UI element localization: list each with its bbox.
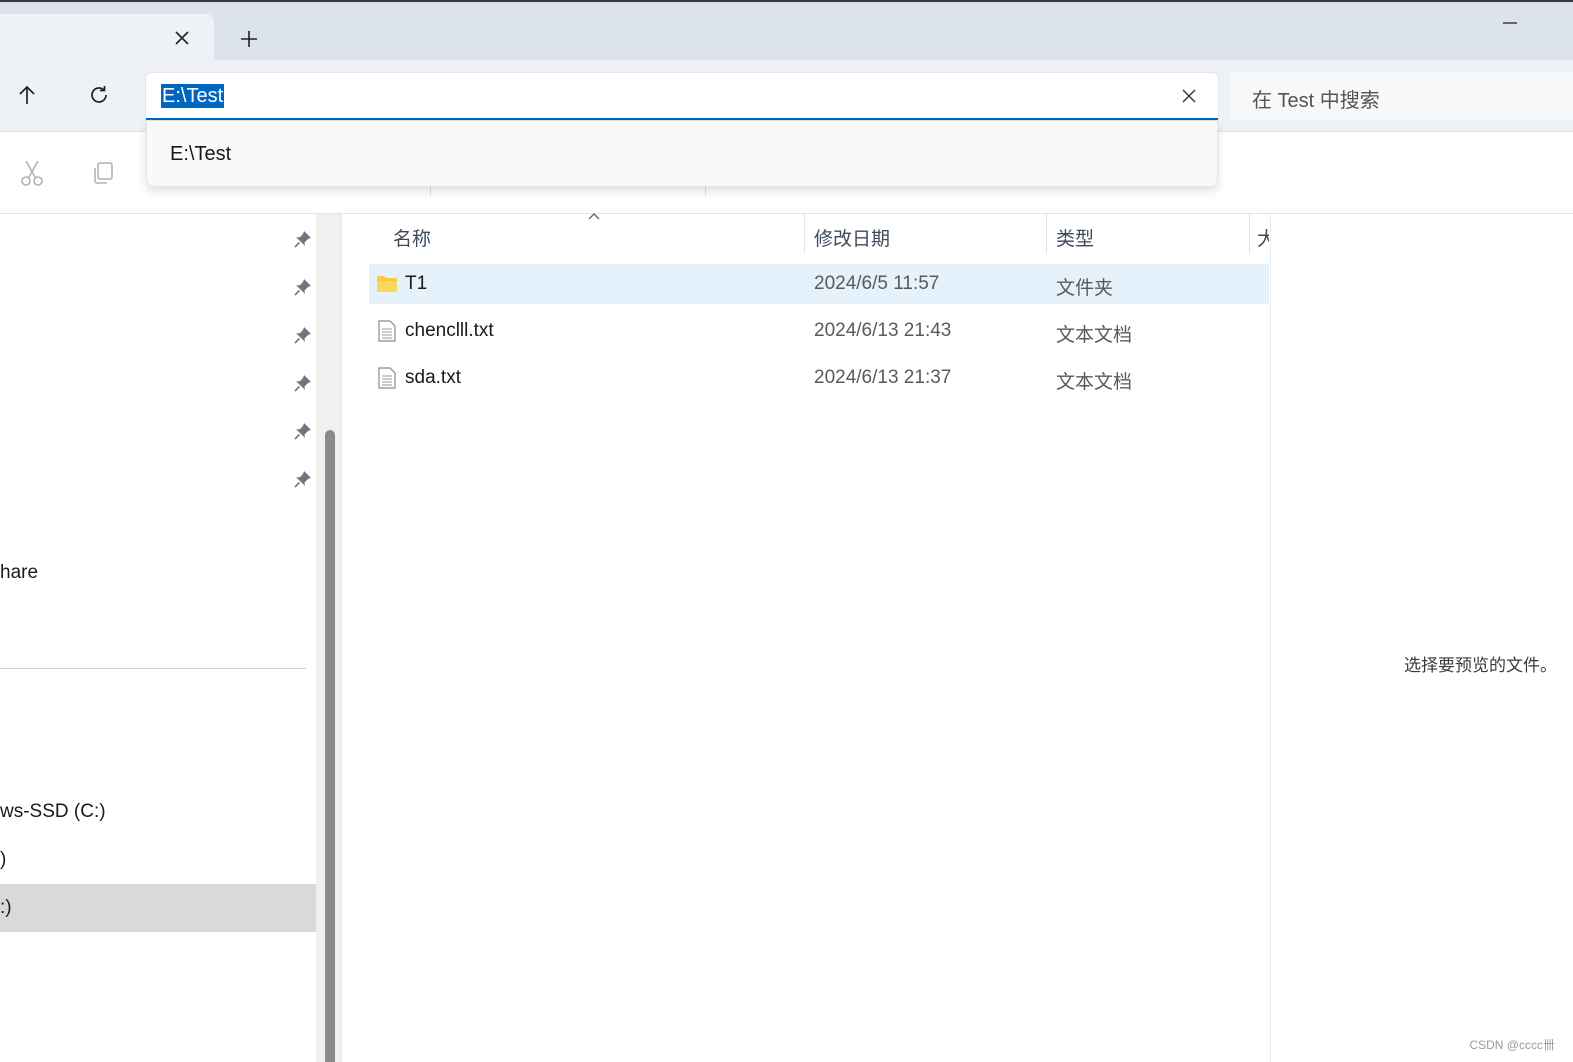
address-bar[interactable]: E:\Test (146, 73, 1218, 120)
plus-icon (241, 31, 257, 47)
search-box[interactable]: 在 Test 中搜索 (1230, 72, 1573, 120)
column-header-date[interactable]: 修改日期 (814, 224, 890, 251)
sidebar-item-drive-c[interactable]: ws-SSD (C:) (0, 801, 106, 823)
column-header-size[interactable]: 大 (1257, 224, 1269, 251)
sort-ascending-icon (588, 213, 600, 220)
pin-icon (292, 228, 314, 250)
pin-icon (292, 420, 314, 442)
file-name: sda.txt (405, 367, 461, 388)
pin-icon (292, 324, 314, 346)
file-type: 文本文档 (1056, 325, 1133, 346)
column-header-type[interactable]: 类型 (1056, 224, 1094, 251)
arrow-up-icon (19, 85, 35, 104)
cut-button[interactable] (17, 158, 47, 188)
refresh-icon (91, 86, 107, 103)
column-divider[interactable] (804, 214, 805, 254)
scissors-icon (21, 160, 43, 186)
pin-icon (292, 276, 314, 298)
copy-button[interactable] (88, 158, 118, 188)
watermark: CSDN @cccc卌 (1469, 1038, 1555, 1052)
copy-icon (94, 162, 113, 184)
column-divider[interactable] (1249, 214, 1250, 254)
sidebar-item-drive[interactable]: ) (0, 849, 6, 871)
active-tab[interactable] (0, 14, 214, 62)
address-path[interactable]: E:\Test (161, 84, 225, 108)
folder-icon (376, 272, 398, 296)
navigation-pane: hare ws-SSD (C:) ) :) (0, 214, 316, 1062)
minimize-button[interactable] (1497, 10, 1523, 36)
file-name: T1 (405, 273, 428, 294)
file-date: 2024/6/5 11:57 (814, 273, 940, 294)
file-date: 2024/6/13 21:37 (814, 367, 952, 388)
close-icon (1182, 89, 1196, 103)
pin-icon (292, 372, 314, 394)
address-suggestion-item[interactable]: E:\Test (170, 143, 231, 166)
file-row[interactable]: chenclll.txt 2024/6/13 21:43 文本文档 (369, 311, 1269, 351)
sidebar-item-drive-e: :) (0, 897, 12, 918)
close-icon (175, 31, 189, 45)
clear-address-button[interactable] (1176, 83, 1202, 109)
minimize-icon (1503, 22, 1517, 24)
sidebar-scrollbar-thumb[interactable] (325, 430, 335, 1062)
sidebar-item-selected[interactable]: :) (0, 884, 316, 932)
file-type: 文件夹 (1056, 278, 1114, 299)
column-divider[interactable] (1046, 214, 1047, 254)
search-placeholder: 在 Test 中搜索 (1252, 90, 1380, 112)
column-header-name[interactable]: 名称 (393, 224, 431, 251)
file-date: 2024/6/13 21:43 (814, 320, 952, 341)
pin-icon (292, 468, 314, 490)
up-button[interactable] (10, 78, 44, 112)
file-row[interactable]: T1 2024/6/5 11:57 文件夹 (369, 264, 1269, 304)
file-name: chenclll.txt (405, 320, 494, 341)
address-suggestions-dropdown: E:\Test (146, 121, 1218, 187)
title-bar (0, 0, 1573, 62)
text-file-icon (376, 366, 398, 390)
new-tab-button[interactable] (234, 24, 264, 54)
file-row[interactable]: sda.txt 2024/6/13 21:37 文本文档 (369, 358, 1269, 398)
sidebar-divider (0, 668, 306, 669)
preview-pane: 选择要预览的文件。 CSDN @cccc卌 (1272, 214, 1573, 1062)
file-type: 文本文档 (1056, 372, 1133, 393)
preview-message: 选择要预览的文件。 (1404, 656, 1557, 675)
close-tab-button[interactable] (170, 26, 194, 50)
file-list: 名称 修改日期 类型 大 T1 2024/6/5 11:57 文件夹 chenc… (343, 213, 1271, 1062)
text-file-icon (376, 319, 398, 343)
sidebar-item-share[interactable]: hare (0, 562, 38, 584)
refresh-button[interactable] (82, 78, 116, 112)
